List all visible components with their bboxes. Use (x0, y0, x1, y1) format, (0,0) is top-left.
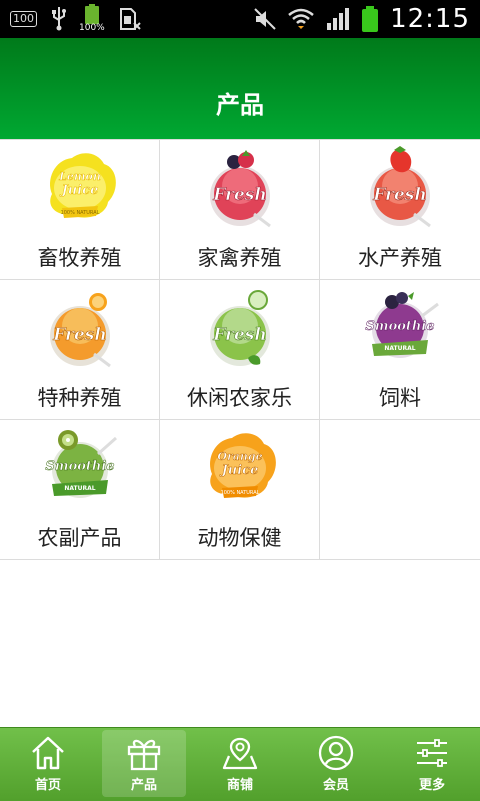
100-badge-icon: 100 (10, 11, 37, 27)
fresh-raspberry-label-icon: Fresh (209, 150, 271, 228)
svg-text:NATURAL: NATURAL (64, 485, 95, 492)
category-item-poultry[interactable]: Fresh 家禽养殖 (160, 140, 320, 280)
user-icon (318, 735, 354, 771)
category-item-special-breeding[interactable]: Fresh 特种养殖 (0, 280, 160, 420)
nav-members[interactable]: 会员 (288, 728, 384, 801)
map-pin-icon (222, 737, 258, 770)
empty-cell (320, 420, 480, 560)
category-label: 家禽养殖 (197, 246, 282, 270)
nav-label: 产品 (130, 778, 157, 793)
svg-text:Fresh: Fresh (372, 185, 426, 205)
category-item-animal-health[interactable]: Orange Juice 100% NATURAL 动物保健 (160, 420, 320, 560)
mute-icon (254, 8, 276, 30)
sliders-icon (417, 739, 447, 767)
category-grid: Lemon Juice 100% NATURAL 畜牧养殖 Fresh 家禽养殖 (0, 139, 480, 560)
svg-text:100% NATURAL: 100% NATURAL (220, 490, 259, 496)
home-icon (32, 736, 64, 770)
svg-text:Juice: Juice (58, 183, 98, 198)
battery-full-icon (362, 6, 379, 32)
nav-home[interactable]: 首页 (0, 728, 96, 801)
smoothie-kiwi-label-icon: Smoothie NATURAL (45, 430, 117, 498)
nav-products[interactable]: 产品 (96, 728, 192, 801)
sim-icon (120, 8, 141, 30)
svg-text:100% NATURAL: 100% NATURAL (60, 210, 99, 216)
signal-icon (327, 8, 350, 30)
category-label: 畜牧养殖 (37, 246, 122, 270)
battery-icon: 100% (79, 4, 105, 34)
category-item-byproducts[interactable]: Smoothie NATURAL 农副产品 (0, 420, 160, 560)
category-item-aquaculture[interactable]: Fresh 水产养殖 (320, 140, 480, 280)
nav-stores[interactable]: 商铺 (192, 728, 288, 801)
category-item-feed[interactable]: Smoothie NATURAL 饲料 (320, 280, 480, 420)
category-item-livestock[interactable]: Lemon Juice 100% NATURAL 畜牧养殖 (0, 140, 160, 280)
svg-text:Fresh: Fresh (52, 325, 106, 345)
wifi-icon (288, 8, 314, 29)
nav-label: 商铺 (226, 778, 253, 793)
app-header: 产品 (0, 38, 480, 139)
svg-text:Fresh: Fresh (212, 185, 266, 205)
fresh-strawberry-label-icon: Fresh (370, 146, 431, 228)
svg-text:Orange: Orange (217, 450, 262, 463)
fresh-orange-label-icon: Fresh (49, 293, 111, 368)
nav-label: 首页 (34, 778, 61, 793)
category-label: 水产养殖 (358, 246, 442, 270)
status-bar: 100 100% 12:15 (0, 0, 480, 38)
battery-percent: 100% (79, 23, 105, 33)
nav-label: 会员 (322, 778, 349, 793)
nav-label: 更多 (418, 778, 445, 793)
smoothie-blueberry-label-icon: Smoothie NATURAL (365, 292, 439, 358)
svg-text:Smoothie: Smoothie (365, 319, 434, 334)
svg-text:Lemon: Lemon (58, 170, 101, 183)
category-label: 动物保健 (197, 526, 282, 550)
fresh-cucumber-label-icon: Fresh (209, 290, 270, 366)
nav-more[interactable]: 更多 (384, 728, 480, 801)
page-title: 产品 (216, 91, 264, 119)
bottom-nav: 首页 产品 商铺 会员 更多 (0, 727, 480, 801)
lemon-juice-label-icon: Lemon Juice 100% NATURAL (49, 153, 116, 218)
category-item-agritourism[interactable]: Fresh 休闲农家乐 (160, 280, 320, 420)
clock: 12:15 (390, 4, 470, 34)
svg-text:Juice: Juice (218, 463, 258, 478)
category-label: 农副产品 (37, 526, 122, 550)
category-label: 特种养殖 (37, 386, 122, 410)
category-label: 休闲农家乐 (187, 386, 292, 410)
svg-text:Fresh: Fresh (212, 325, 266, 345)
usb-icon (52, 7, 66, 31)
gift-icon (127, 739, 161, 771)
orange-juice-label-icon: Orange Juice 100% NATURAL (209, 433, 276, 498)
category-label: 饲料 (379, 386, 421, 410)
svg-text:NATURAL: NATURAL (384, 345, 415, 352)
svg-text:Smoothie: Smoothie (45, 459, 114, 474)
